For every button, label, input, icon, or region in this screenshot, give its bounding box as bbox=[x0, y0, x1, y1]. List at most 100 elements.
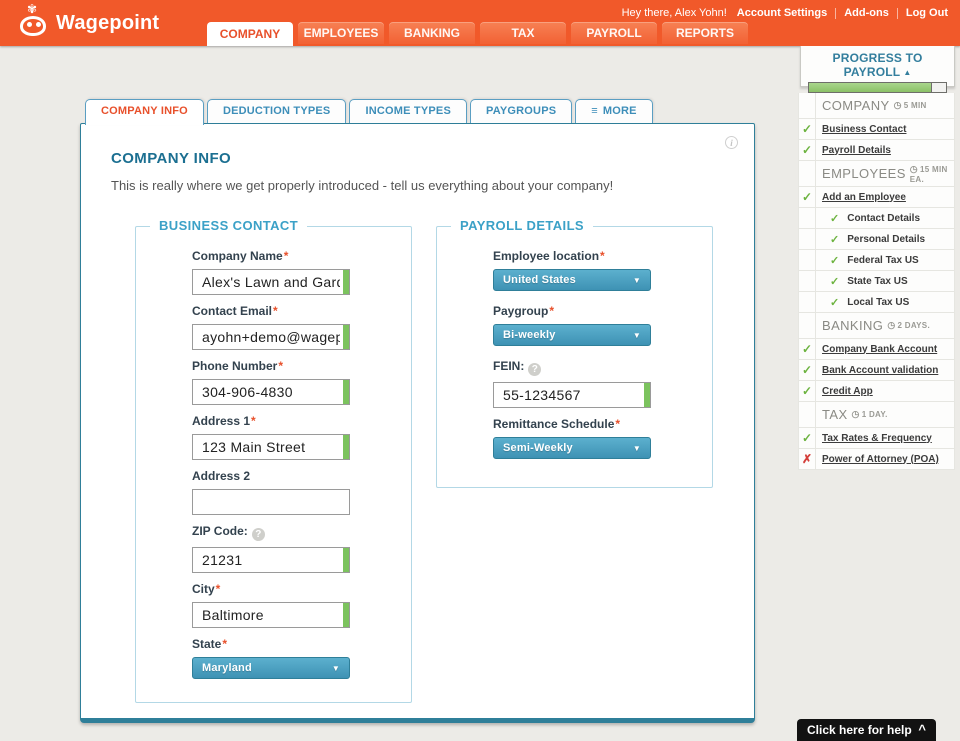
city-input[interactable] bbox=[192, 602, 350, 628]
payroll-details-link[interactable]: Payroll Details bbox=[822, 145, 891, 156]
phone-number-input[interactable] bbox=[192, 379, 350, 405]
help-button-label: Click here for help bbox=[807, 723, 912, 737]
contact-details-label: Contact Details bbox=[847, 213, 920, 224]
help-icon[interactable]: ? bbox=[252, 528, 265, 541]
company-subtabs: COMPANY INFO DEDUCTION TYPES INCOME TYPE… bbox=[85, 99, 656, 125]
contact-email-label: Contact Email bbox=[192, 304, 272, 318]
business-contact-legend: BUSINESS CONTACT bbox=[150, 218, 307, 233]
tab-tax[interactable]: TAX bbox=[480, 22, 566, 44]
required-asterisk: * bbox=[549, 304, 554, 318]
zip-code-label: ZIP Code: bbox=[192, 524, 248, 538]
clock-icon: ◷ bbox=[887, 320, 895, 330]
field-city: City* bbox=[192, 582, 411, 628]
add-an-employee-link[interactable]: Add an Employee bbox=[822, 192, 906, 203]
address-2-input[interactable] bbox=[192, 489, 350, 515]
clock-icon: ◷ bbox=[894, 100, 902, 110]
progress-to-payroll-toggle[interactable]: PROGRESS TO PAYROLL▲ bbox=[800, 46, 955, 87]
wagepoint-logo[interactable]: ✾ Wagepoint bbox=[18, 4, 159, 42]
checklist-item-contact-details: ✓Contact Details bbox=[798, 208, 955, 229]
flower-icon: ✾ bbox=[27, 2, 37, 16]
employee-location-label: Employee location bbox=[493, 249, 599, 263]
checklist-item-add-employee: ✓ Add an Employee bbox=[798, 187, 955, 208]
employee-location-select[interactable]: United States ▼ bbox=[493, 269, 651, 291]
info-icon[interactable]: i bbox=[725, 136, 738, 149]
company-bank-account-link[interactable]: Company Bank Account bbox=[822, 344, 937, 355]
check-icon: ✓ bbox=[830, 254, 839, 267]
company-info-panel: i COMPANY INFO This is really where we g… bbox=[80, 123, 755, 723]
check-icon: ✓ bbox=[799, 339, 816, 359]
checklist-item-local-tax-us: ✓Local Tax US bbox=[798, 292, 955, 313]
chevron-up-icon: ^ bbox=[918, 725, 926, 735]
tab-banking[interactable]: BANKING bbox=[389, 22, 475, 44]
remittance-schedule-label: Remittance Schedule bbox=[493, 417, 614, 431]
field-phone-number: Phone Number* bbox=[192, 359, 411, 405]
check-icon: ✓ bbox=[830, 296, 839, 309]
tax-rates-frequency-link[interactable]: Tax Rates & Frequency bbox=[822, 433, 932, 444]
menu-icon: ≡ bbox=[591, 105, 598, 117]
address-2-label: Address 2 bbox=[192, 469, 250, 483]
power-of-attorney-link[interactable]: Power of Attorney (POA) bbox=[822, 454, 939, 465]
field-fein: FEIN:? bbox=[493, 359, 712, 408]
check-icon: ✓ bbox=[799, 428, 816, 448]
credit-app-link[interactable]: Credit App bbox=[822, 386, 873, 397]
subtab-income-types[interactable]: INCOME TYPES bbox=[349, 99, 467, 123]
personal-details-label: Personal Details bbox=[847, 234, 925, 245]
subtab-more[interactable]: ≡ MORE bbox=[575, 99, 652, 123]
clock-icon: ◷ bbox=[852, 409, 860, 419]
address-1-input[interactable] bbox=[192, 434, 350, 460]
addons-link[interactable]: Add-ons bbox=[844, 7, 889, 19]
account-settings-link[interactable]: Account Settings bbox=[737, 7, 827, 19]
subtab-company-info[interactable]: COMPANY INFO bbox=[85, 99, 204, 125]
remittance-schedule-select[interactable]: Semi-Weekly ▼ bbox=[493, 437, 651, 459]
checklist-item-tax-rates-frequency: ✓ Tax Rates & Frequency bbox=[798, 428, 955, 449]
tab-reports[interactable]: REPORTS bbox=[662, 22, 748, 44]
required-asterisk: * bbox=[600, 249, 605, 263]
checklist-item-federal-tax-us: ✓ Federal Tax US bbox=[798, 250, 955, 271]
section-name: EMPLOYEES bbox=[822, 166, 906, 181]
help-icon[interactable]: ? bbox=[528, 363, 541, 376]
checklist-section-tax: TAX ◷1 DAY. bbox=[798, 402, 955, 428]
section-name: BANKING bbox=[822, 318, 883, 333]
company-name-input[interactable] bbox=[192, 269, 350, 295]
checklist-section-banking: BANKING ◷2 DAYS. bbox=[798, 313, 955, 339]
federal-tax-us-label: Federal Tax US bbox=[847, 255, 919, 266]
remittance-schedule-select-value: Semi-Weekly bbox=[503, 442, 573, 454]
check-icon: ✓ bbox=[799, 140, 816, 160]
subtab-paygroups[interactable]: PAYGROUPS bbox=[470, 99, 572, 123]
main-nav-tabs: COMPANY EMPLOYEES BANKING TAX PAYROLL RE… bbox=[207, 22, 753, 46]
subtab-deduction-types[interactable]: DEDUCTION TYPES bbox=[207, 99, 347, 123]
fein-input[interactable] bbox=[493, 382, 651, 408]
section-time: 5 MIN bbox=[904, 101, 927, 110]
phone-number-label: Phone Number bbox=[192, 359, 277, 373]
state-tax-us-label: State Tax US bbox=[847, 276, 907, 287]
chevron-down-icon: ▼ bbox=[332, 664, 340, 673]
required-asterisk: * bbox=[615, 417, 620, 431]
business-contact-link[interactable]: Business Contact bbox=[822, 124, 906, 135]
tab-employees[interactable]: EMPLOYEES bbox=[298, 22, 384, 44]
checklist-item-company-bank-account: ✓ Company Bank Account bbox=[798, 339, 955, 360]
tab-company[interactable]: COMPANY bbox=[207, 22, 293, 46]
x-icon: ✗ bbox=[799, 449, 816, 469]
field-employee-location: Employee location* United States ▼ bbox=[493, 249, 712, 291]
field-paygroup: Paygroup* Bi-weekly ▼ bbox=[493, 304, 712, 346]
field-zip-code: ZIP Code:? bbox=[192, 524, 411, 573]
subtab-more-label: MORE bbox=[603, 105, 637, 117]
required-asterisk: * bbox=[222, 637, 227, 651]
field-address-1: Address 1* bbox=[192, 414, 411, 460]
logout-link[interactable]: Log Out bbox=[906, 7, 948, 19]
required-asterisk: * bbox=[284, 249, 289, 263]
state-select[interactable]: Maryland ▼ bbox=[192, 657, 350, 679]
chevron-down-icon: ▼ bbox=[633, 444, 641, 453]
company-name-label: Company Name bbox=[192, 249, 283, 263]
zip-code-input[interactable] bbox=[192, 547, 350, 573]
bank-account-validation-link[interactable]: Bank Account validation bbox=[822, 365, 938, 376]
tab-payroll[interactable]: PAYROLL bbox=[571, 22, 657, 44]
greeting-text: Hey there, Alex Yohn! bbox=[622, 7, 727, 19]
paygroup-select[interactable]: Bi-weekly ▼ bbox=[493, 324, 651, 346]
fein-label: FEIN: bbox=[493, 359, 524, 373]
contact-email-input[interactable] bbox=[192, 324, 350, 350]
checklist-section-employees: EMPLOYEES ◷15 MIN EA. bbox=[798, 161, 955, 187]
field-company-name: Company Name* bbox=[192, 249, 411, 295]
help-button[interactable]: Click here for help ^ bbox=[797, 719, 936, 741]
app-header: ✾ Wagepoint Hey there, Alex Yohn! Accoun… bbox=[0, 0, 960, 46]
